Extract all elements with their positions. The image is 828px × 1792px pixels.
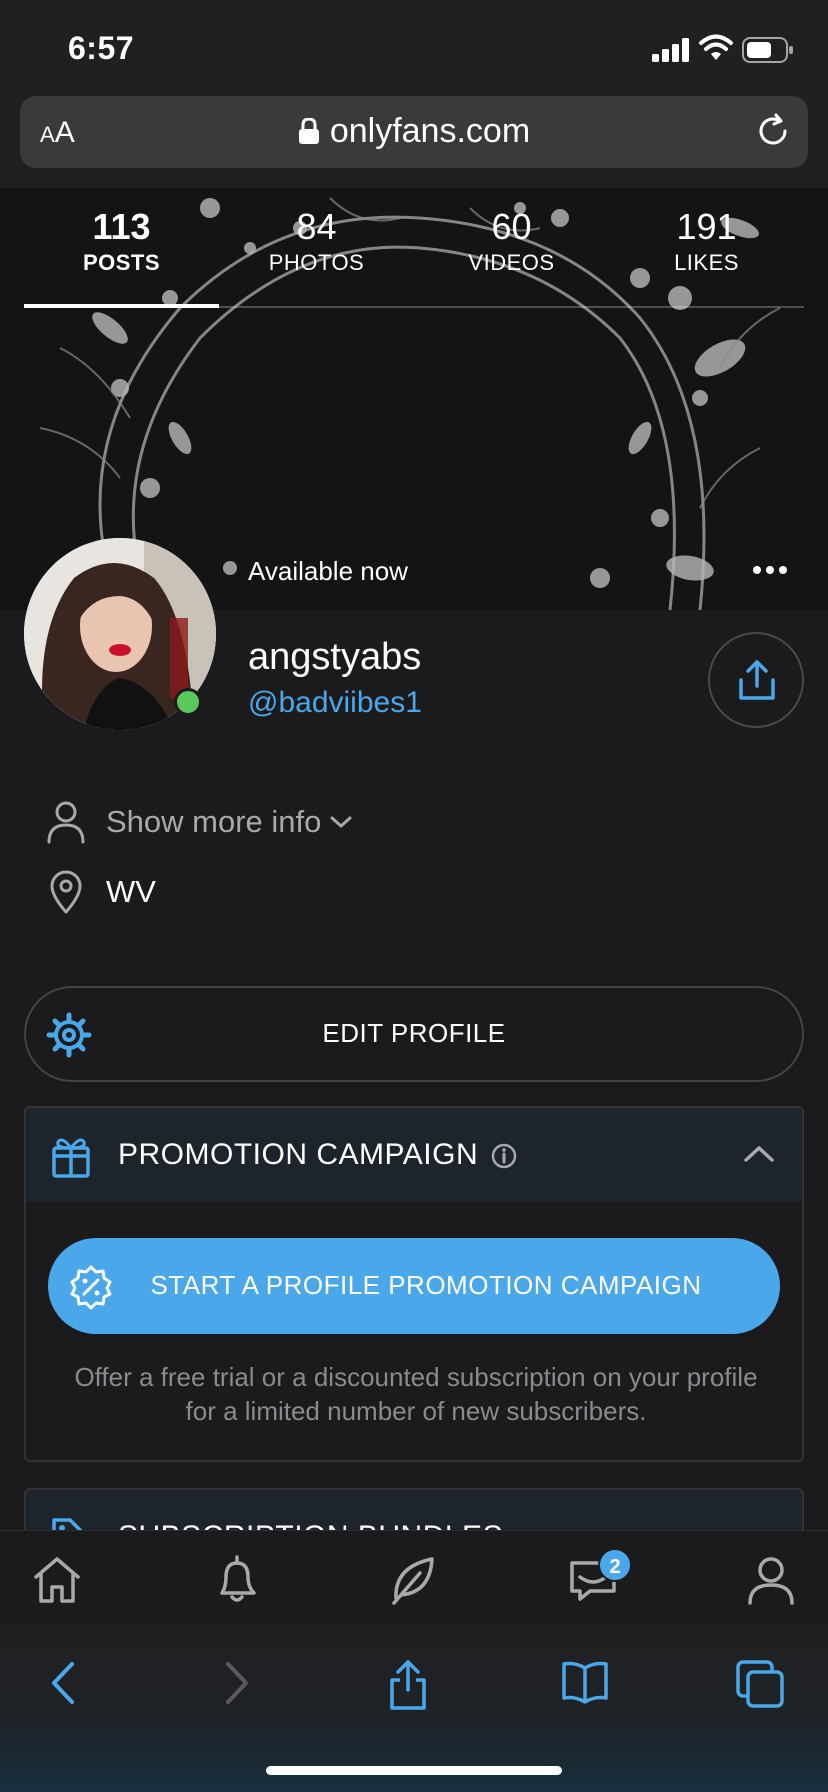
photos-label: PHOTOS [268,250,365,275]
more-options-icon[interactable] [752,560,788,580]
chevron-up-icon[interactable] [742,1142,776,1166]
share-icon[interactable] [386,1658,430,1710]
tab-posts[interactable]: 113 POSTS [24,188,219,308]
promotion-campaign-title: PROMOTION CAMPAIGN [118,1138,479,1171]
location-text: WV [106,874,156,909]
messages-badge: 2 [598,1548,632,1582]
feather-icon[interactable] [386,1553,440,1607]
show-more-info-toggle[interactable]: Show more info [46,800,373,844]
profile-stats-tabs: 113 POSTS 84 PHOTOS 60 VIDEOS 191 LIKES [24,188,804,308]
videos-count: 60 [491,206,532,247]
tab-likes[interactable]: 191 LIKES [609,188,804,306]
back-icon[interactable] [44,1658,84,1708]
bottom-navigation [0,1530,828,1624]
likes-count: 191 [676,206,737,247]
start-promotion-button[interactable]: START A PROFILE PROMOTION CAMPAIGN [48,1238,780,1334]
chevron-down-icon [330,816,352,828]
edit-profile-label: EDIT PROFILE [322,1018,506,1048]
show-more-info-label: Show more info [106,804,322,839]
tabs-icon[interactable] [734,1658,786,1710]
profile-icon[interactable] [744,1553,798,1607]
bell-icon[interactable] [210,1553,264,1607]
reload-icon[interactable] [754,112,792,150]
posts-label: POSTS [82,250,161,275]
posts-count: 113 [92,206,151,247]
share-profile-button[interactable] [708,632,804,728]
online-status-dot [174,688,202,716]
promotion-description: Offer a free trial or a discounted subsc… [74,1362,758,1426]
share-icon [739,660,775,700]
tab-videos[interactable]: 60 VIDEOS [414,188,609,306]
start-promotion-label: START A PROFILE PROMOTION CAMPAIGN [150,1270,702,1300]
browser-address-area: AA onlyfans.com [0,92,828,188]
info-icon[interactable] [490,1142,518,1170]
address-bar[interactable]: AA onlyfans.com [20,96,808,168]
status-time: 6:57 [68,30,135,66]
videos-label: VIDEOS [468,250,555,275]
home-icon[interactable] [30,1553,84,1607]
forward-icon[interactable] [216,1658,256,1708]
status-bar: 6:57 [0,0,828,92]
url-text: onlyfans.com [329,112,531,150]
signal-icon [652,38,689,62]
photos-count: 84 [296,206,337,247]
url-field[interactable]: onlyfans.com [20,112,808,151]
gift-icon [52,1138,90,1178]
wifi-icon [699,34,733,60]
location-pin-icon [50,870,82,914]
display-name: angstyabs [248,636,422,678]
edit-profile-button[interactable]: EDIT PROFILE [24,986,804,1082]
battery-icon [742,37,793,63]
screen: 6:57 AA onlyfans.com 113 POSTS 84 PHOTOS… [0,0,828,1792]
promotion-campaign-header[interactable]: PROMOTION CAMPAIGN [26,1108,802,1202]
person-icon [47,801,85,844]
home-indicator[interactable] [266,1766,562,1775]
location-row: WV [46,870,156,914]
bookmarks-icon[interactable] [560,1658,610,1706]
lock-icon [298,118,319,144]
availability-status: Available now [248,556,408,586]
promotion-campaign-panel: PROMOTION CAMPAIGN START A PROFILE PROMO… [24,1106,804,1462]
username-link[interactable]: @badviibes1 [248,686,422,720]
likes-label: LIKES [674,250,739,275]
tab-photos[interactable]: 84 PHOTOS [219,188,414,306]
